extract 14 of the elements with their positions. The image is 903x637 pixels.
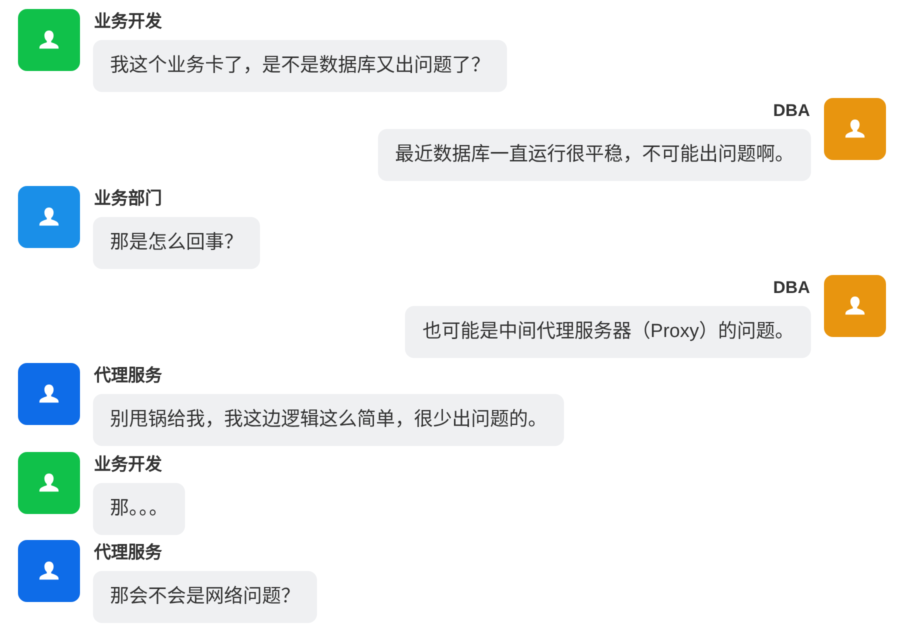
message-bubble: 别甩锅给我，我这边逻辑这么简单，很少出问题的。 (93, 394, 564, 446)
sender-name: DBA (772, 276, 811, 298)
message-bubble: 我这个业务卡了，是不是数据库又出问题了？ (93, 40, 507, 92)
message-bubble: 那是怎么回事？ (93, 217, 260, 269)
message-bubble: 最近数据库一直运行很平稳，不可能出问题啊。 (378, 128, 811, 180)
message-bubble: 那。。。 (93, 482, 185, 534)
sender-name: 业务部门 (93, 188, 163, 210)
sender-name: 代理服务 (93, 365, 163, 387)
sender-name: 业务开发 (93, 454, 163, 476)
sender-name: 代理服务 (93, 542, 163, 564)
message-bubble: 也可能是中间代理服务器（Proxy）的问题。 (405, 306, 811, 358)
sender-name: 业务开发 (93, 11, 163, 33)
sender-name: DBA (772, 100, 811, 122)
message-bubble: 那会不会是网络问题？ (93, 571, 317, 623)
